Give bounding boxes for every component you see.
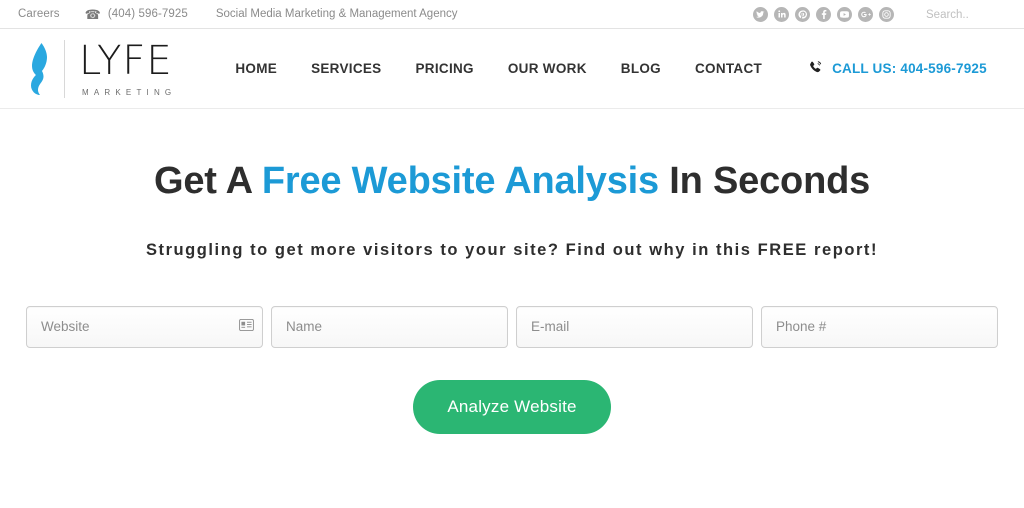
googleplus-icon[interactable]: [858, 6, 873, 22]
nav-item-services[interactable]: SERVICES: [294, 61, 398, 76]
submit-row: Analyze Website: [0, 379, 1024, 434]
logo-subtitle: MARKETING: [82, 87, 177, 97]
site-logo[interactable]: LYFE MARKETING: [22, 38, 176, 100]
page-title-accent: Free Website Analysis: [261, 160, 659, 202]
website-field-wrapper: [26, 305, 263, 348]
careers-link[interactable]: Careers: [18, 8, 60, 20]
topbar-phone[interactable]: ☎ (404) 596-7925: [85, 8, 188, 21]
logo-word: LYFE: [79, 37, 173, 84]
page-title-part1: Get A: [153, 160, 262, 202]
facebook-icon[interactable]: [816, 6, 831, 22]
topbar-right-group: [753, 5, 1010, 23]
instagram-icon[interactable]: [879, 6, 894, 22]
name-input[interactable]: [271, 305, 508, 348]
hero-subtitle: Struggling to get more visitors to your …: [145, 240, 879, 259]
phone-field-wrapper: [761, 305, 998, 348]
telephone-icon: ☎: [84, 6, 101, 22]
nav-item-our-work[interactable]: OUR WORK: [491, 61, 604, 76]
nav-item-contact[interactable]: CONTACT: [678, 61, 779, 76]
phone-signal-icon: [807, 60, 824, 77]
topbar-phone-number[interactable]: (404) 596-7925: [108, 8, 188, 20]
phone-input[interactable]: [761, 305, 998, 348]
linkedin-icon[interactable]: [774, 6, 789, 22]
page-title: Get A Free Website Analysis In Seconds: [0, 160, 1024, 203]
logo-divider: [64, 39, 65, 98]
twitter-icon[interactable]: [753, 6, 768, 22]
call-us-cta[interactable]: CALL US: 404-596-7925: [807, 60, 987, 77]
primary-nav: HOME SERVICES PRICING OUR WORK BLOG CONT…: [218, 61, 779, 76]
website-input[interactable]: [26, 305, 263, 348]
utility-topbar: Careers ☎ (404) 596-7925 Social Media Ma…: [0, 0, 1024, 29]
analyze-website-button[interactable]: Analyze Website: [413, 379, 611, 434]
main-header: LYFE MARKETING HOME SERVICES PRICING OUR…: [0, 29, 1024, 109]
logo-wordmark: LYFE MARKETING: [79, 41, 176, 97]
flame-icon: [22, 40, 56, 98]
nav-item-home[interactable]: HOME: [218, 61, 294, 76]
nav-item-blog[interactable]: BLOG: [604, 61, 678, 76]
nav-item-pricing[interactable]: PRICING: [399, 61, 491, 76]
search-box[interactable]: [926, 5, 1010, 23]
name-field-wrapper: [271, 305, 508, 348]
pinterest-icon[interactable]: [795, 6, 810, 22]
topbar-left-group: Careers ☎ (404) 596-7925 Social Media Ma…: [18, 8, 458, 21]
page-title-part2: In Seconds: [658, 160, 871, 202]
social-links: [753, 6, 894, 22]
hero-section: Get A Free Website Analysis In Seconds S…: [0, 109, 1024, 434]
email-field-wrapper: [516, 305, 753, 348]
call-us-text[interactable]: CALL US: 404-596-7925: [832, 61, 987, 76]
email-input[interactable]: [516, 305, 753, 348]
youtube-icon[interactable]: [837, 6, 852, 22]
topbar-tagline: Social Media Marketing & Management Agen…: [215, 8, 458, 20]
analysis-form: [0, 305, 1024, 348]
search-input[interactable]: [926, 9, 1010, 21]
